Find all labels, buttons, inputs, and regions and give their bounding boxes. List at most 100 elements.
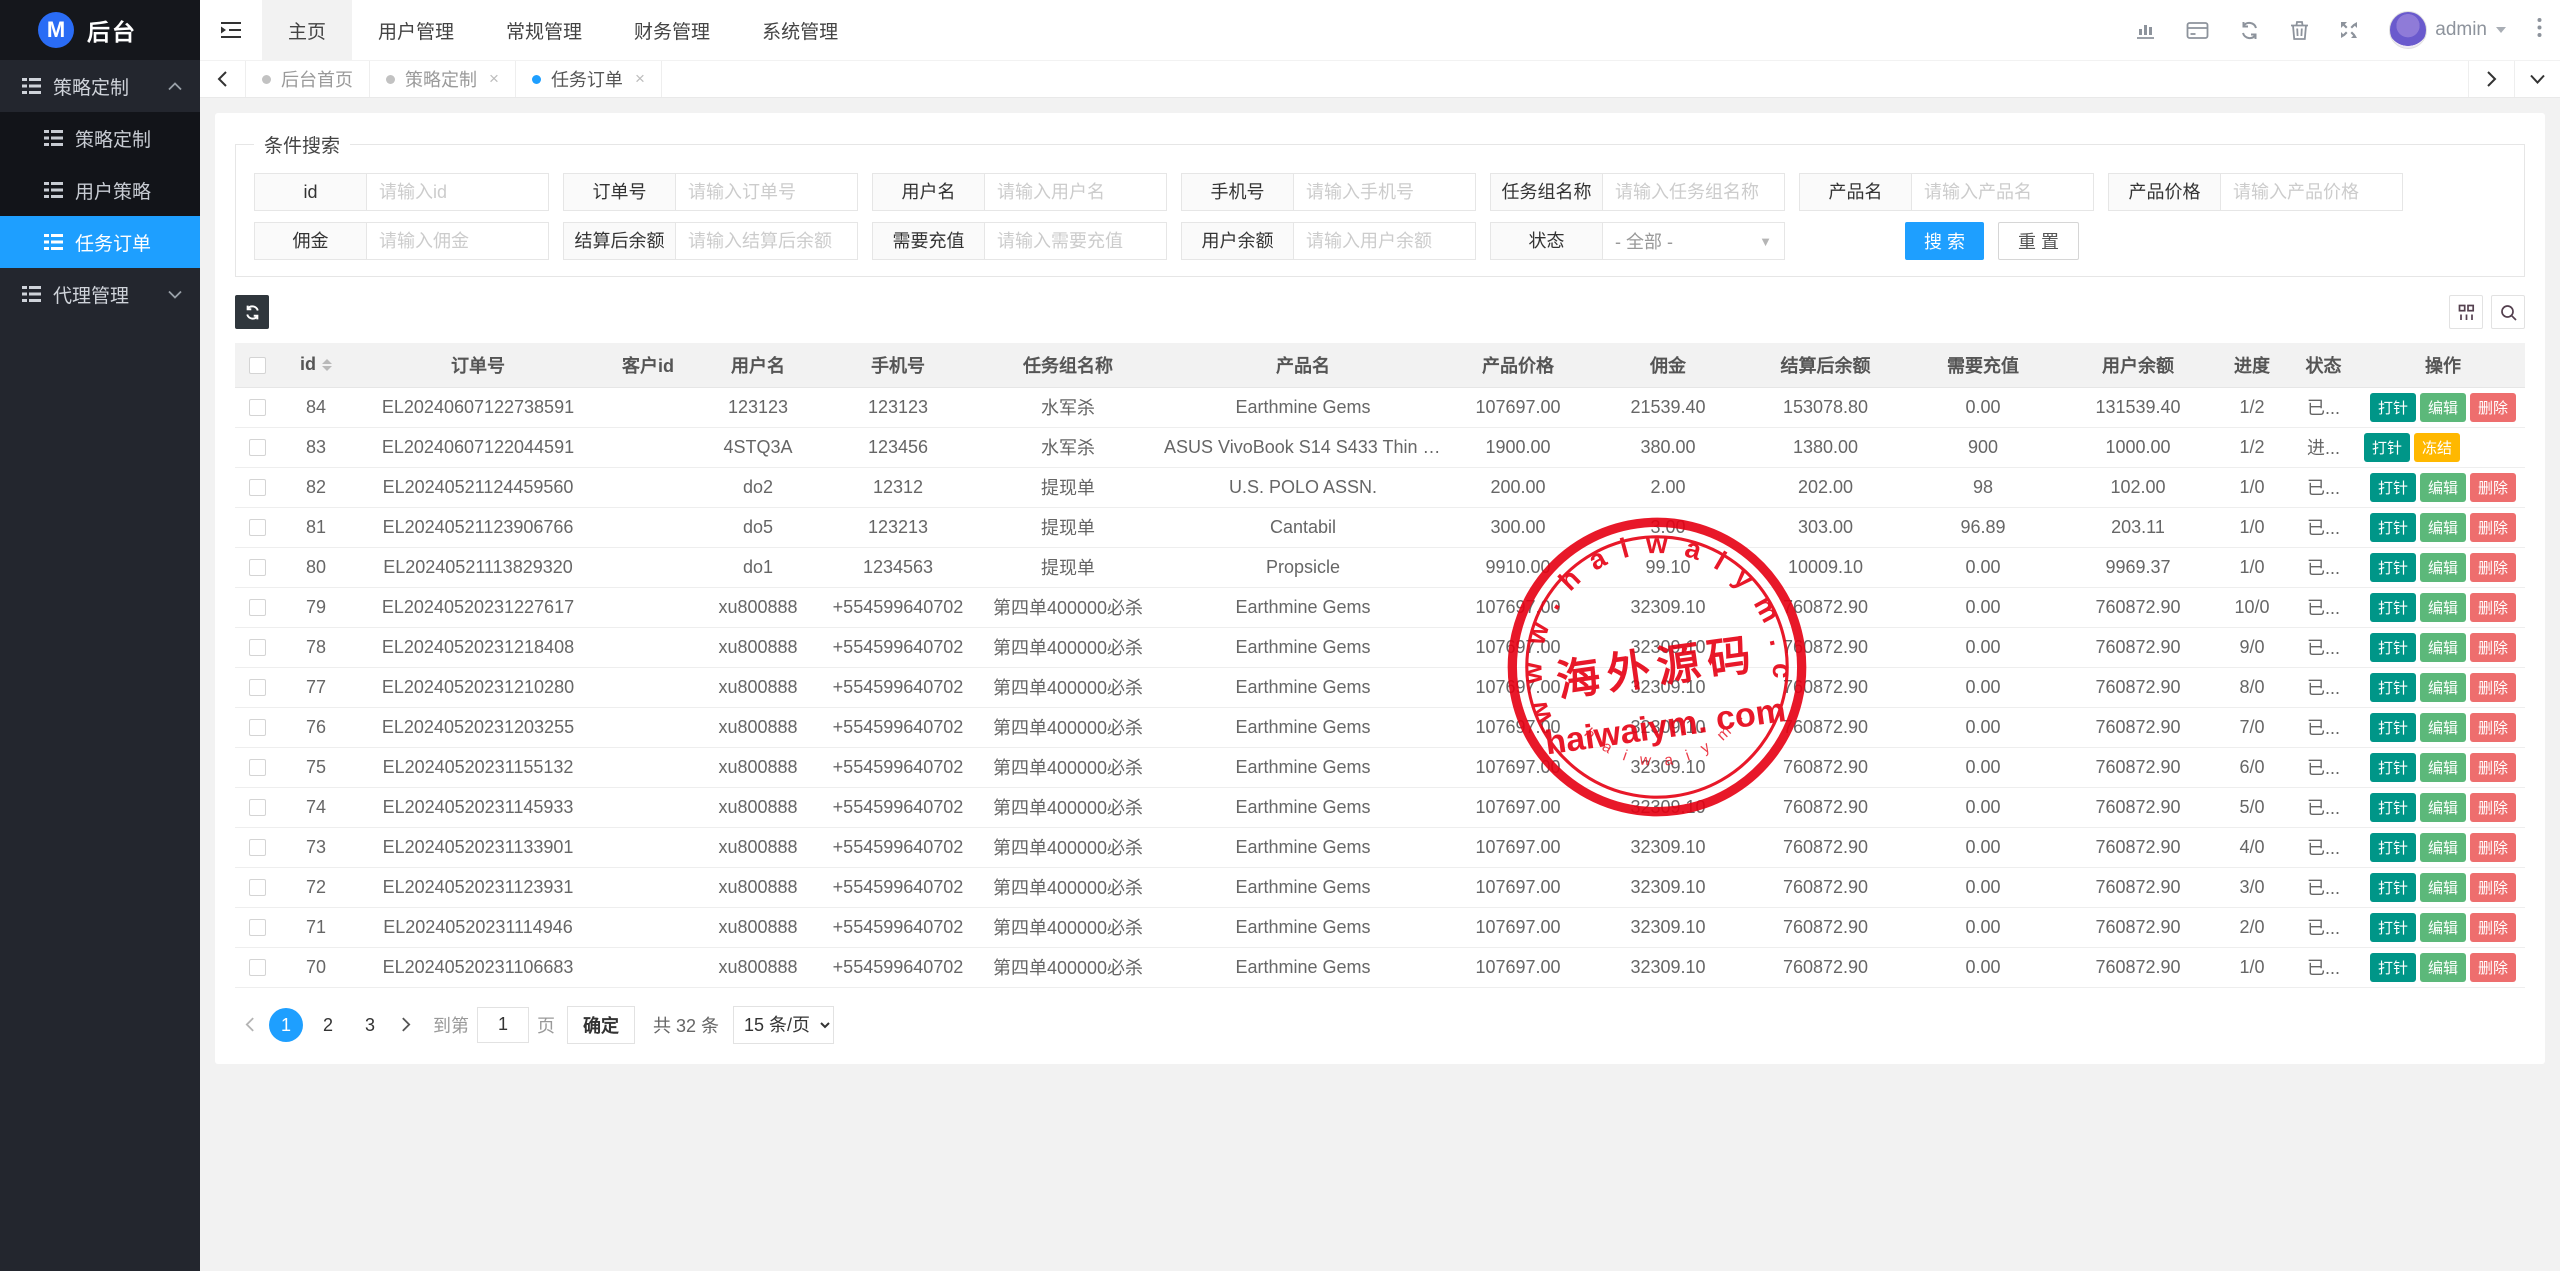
freeze-button[interactable]: 冻结 [2414,433,2460,462]
page-number[interactable]: 1 [269,1008,303,1042]
inject-button[interactable]: 打针 [2370,953,2416,982]
inject-button[interactable]: 打针 [2370,713,2416,742]
inject-button[interactable]: 打针 [2370,753,2416,782]
topnav-item[interactable]: 主页 [262,0,352,60]
tab[interactable]: 后台首页 [246,61,370,97]
delete-button[interactable]: 删除 [2470,473,2516,502]
tab-close-icon[interactable]: × [489,69,499,89]
sort-icon[interactable] [322,354,332,376]
refresh-icon[interactable] [2239,20,2260,41]
delete-button[interactable]: 删除 [2470,873,2516,902]
inject-button[interactable]: 打针 [2370,553,2416,582]
row-checkbox[interactable] [249,799,266,816]
row-checkbox[interactable] [249,399,266,416]
inject-button[interactable]: 打针 [2370,873,2416,902]
delete-button[interactable]: 删除 [2470,713,2516,742]
delete-button[interactable]: 删除 [2470,953,2516,982]
search-input[interactable] [1602,173,1785,211]
search-input[interactable] [984,173,1167,211]
row-checkbox[interactable] [249,719,266,736]
inject-button[interactable]: 打针 [2370,673,2416,702]
page-next-icon[interactable] [391,1017,421,1032]
inject-button[interactable]: 打针 [2370,833,2416,862]
row-checkbox[interactable] [249,959,266,976]
search-input[interactable] [675,222,858,260]
search-input[interactable] [984,222,1167,260]
edit-button[interactable]: 编辑 [2420,833,2466,862]
topnav-item[interactable]: 用户管理 [352,0,480,60]
delete-button[interactable]: 删除 [2470,633,2516,662]
page-number[interactable]: 2 [311,1008,345,1042]
search-input[interactable] [1293,173,1476,211]
delete-button[interactable]: 删除 [2514,433,2525,462]
sidebar-item[interactable]: 用户策略 [0,164,200,216]
delete-button[interactable]: 删除 [2470,553,2516,582]
tab-close-icon[interactable]: × [635,69,645,89]
row-checkbox[interactable] [249,839,266,856]
select-all-checkbox[interactable] [249,357,266,374]
page-number[interactable]: 3 [353,1008,387,1042]
delete-button[interactable]: 删除 [2470,393,2516,422]
edit-button[interactable]: 编辑 [2420,913,2466,942]
delete-button[interactable]: 删除 [2470,913,2516,942]
row-checkbox[interactable] [249,439,266,456]
edit-button[interactable]: 编辑 [2420,633,2466,662]
inject-button[interactable]: 打针 [2370,593,2416,622]
table-search-button[interactable] [2491,295,2525,329]
inject-button[interactable]: 打针 [2370,633,2416,662]
topnav-item[interactable]: 常规管理 [480,0,608,60]
user-menu[interactable]: admin [2389,11,2507,49]
delete-button[interactable]: 删除 [2470,753,2516,782]
page-size-select[interactable]: 15 条/页 [733,1006,834,1044]
search-button[interactable]: 搜 索 [1905,222,1984,260]
tabs-scroll-left-icon[interactable] [200,61,246,97]
edit-button[interactable]: 编辑 [2420,713,2466,742]
row-checkbox[interactable] [249,679,266,696]
jump-confirm-button[interactable]: 确定 [567,1006,635,1044]
refresh-table-button[interactable] [235,295,269,329]
inject-button[interactable]: 打针 [2370,393,2416,422]
tab[interactable]: 策略定制× [370,61,516,97]
delete-button[interactable]: 删除 [2470,673,2516,702]
jump-page-input[interactable] [477,1007,529,1043]
row-checkbox[interactable] [249,759,266,776]
inject-button[interactable]: 打针 [2364,433,2410,462]
delete-button[interactable]: 删除 [2470,513,2516,542]
topnav-item[interactable]: 财务管理 [608,0,736,60]
edit-button[interactable]: 编辑 [2420,873,2466,902]
search-input[interactable] [1911,173,2094,211]
edit-button[interactable]: 编辑 [2420,753,2466,782]
edit-button[interactable]: 编辑 [2420,393,2466,422]
edit-button[interactable]: 编辑 [2420,793,2466,822]
sidebar-fold-icon[interactable] [200,0,262,60]
row-checkbox[interactable] [249,479,266,496]
edit-button[interactable]: 编辑 [2420,593,2466,622]
sidebar-group[interactable]: 策略定制 [0,60,200,112]
search-input[interactable] [1293,222,1476,260]
inject-button[interactable]: 打针 [2370,793,2416,822]
search-input[interactable] [675,173,858,211]
delete-button[interactable]: 删除 [2470,593,2516,622]
column-header[interactable]: id [279,343,353,387]
row-checkbox[interactable] [249,599,266,616]
row-checkbox[interactable] [249,639,266,656]
edit-button[interactable]: 编辑 [2420,513,2466,542]
fullscreen-icon[interactable] [2339,20,2359,40]
tabs-scroll-right-icon[interactable] [2468,61,2514,97]
edit-button[interactable]: 编辑 [2420,473,2466,502]
sidebar-item[interactable]: 任务订单 [0,216,200,268]
tabs-menu-icon[interactable] [2514,61,2560,97]
delete-button[interactable]: 删除 [2470,833,2516,862]
search-input[interactable] [366,173,549,211]
search-input[interactable] [2220,173,2403,211]
topnav-item[interactable]: 系统管理 [736,0,864,60]
filter-columns-button[interactable] [2449,295,2483,329]
delete-button[interactable]: 删除 [2470,793,2516,822]
sidebar-item[interactable]: 策略定制 [0,112,200,164]
edit-button[interactable]: 编辑 [2420,553,2466,582]
avatar[interactable] [2389,11,2427,49]
kebab-icon[interactable] [2537,17,2542,44]
bar-chart-icon[interactable] [2135,20,2156,41]
search-input[interactable] [366,222,549,260]
row-checkbox[interactable] [249,559,266,576]
